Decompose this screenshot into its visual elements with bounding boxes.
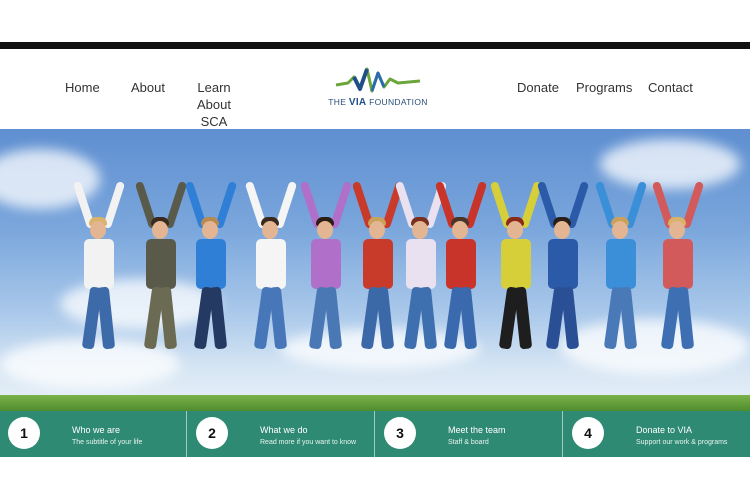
feature-what-we-do[interactable]: 2 What we do Read more if you want to kn… (188, 411, 375, 457)
feature-who-we-are[interactable]: 1 Who we are The subtitle of your life (0, 411, 187, 457)
nav-donate-link[interactable]: Donate (517, 79, 559, 96)
nav-home-link[interactable]: Home (65, 79, 100, 96)
nav-programs-link[interactable]: Programs (576, 79, 632, 96)
feature-title: Donate to VIA (636, 425, 693, 435)
feature-number-badge: 1 (8, 417, 40, 449)
nav-about-link[interactable]: About (131, 79, 165, 96)
feature-meet-the-team[interactable]: 3 Meet the team Staff & board (376, 411, 563, 457)
nav-learn-line2: About SCA (197, 97, 231, 129)
logo-wave-icon (335, 67, 421, 93)
feature-subtitle: Staff & board (448, 439, 489, 446)
cloud (600, 139, 740, 189)
feature-number-badge: 2 (196, 417, 228, 449)
site-header: Home About Learn About SCA THE VIA FOUND… (0, 49, 750, 129)
logo-prefix: THE (328, 97, 347, 107)
feature-bar: 1 Who we are The subtitle of your life 2… (0, 411, 750, 457)
feature-title: What we do (260, 425, 308, 435)
feature-title: Who we are (72, 425, 121, 435)
logo-wordmark: THE VIA FOUNDATION (322, 97, 434, 108)
feature-subtitle: The subtitle of your life (72, 439, 143, 446)
feature-subtitle: Read more if you want to know (260, 439, 357, 446)
feature-donate-to-via[interactable]: 4 Donate to VIA Support our work & progr… (564, 411, 750, 457)
logo-name: VIA (348, 97, 367, 108)
nav-learn-line1: Learn (197, 80, 231, 95)
feature-number-badge: 4 (572, 417, 604, 449)
hero-image (0, 129, 750, 411)
nav-contact-link[interactable]: Contact (648, 79, 693, 96)
feature-number-badge: 3 (384, 417, 416, 449)
feature-subtitle: Support our work & programs (636, 439, 728, 446)
nav-learn-about-sca-link[interactable]: Learn About SCA (184, 79, 244, 130)
feature-title: Meet the team (448, 425, 506, 435)
logo-suffix: FOUNDATION (369, 97, 428, 107)
grass-strip (0, 395, 750, 411)
via-foundation-logo[interactable]: THE VIA FOUNDATION (322, 65, 434, 111)
cloud (560, 319, 750, 374)
top-border (0, 42, 750, 49)
